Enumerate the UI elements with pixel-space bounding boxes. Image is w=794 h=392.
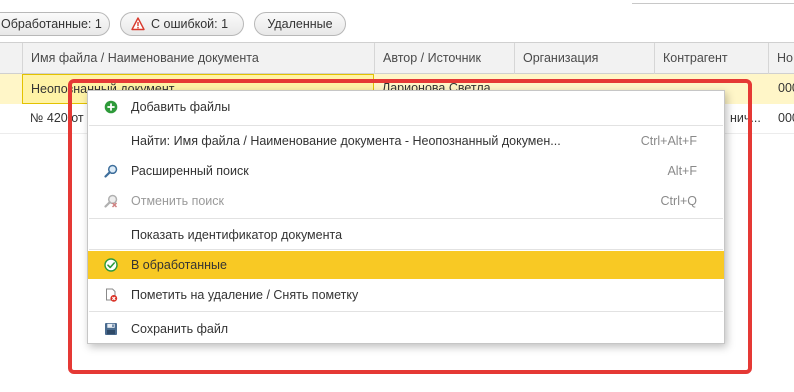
menu-separator [89, 125, 723, 126]
menu-item-label: Отменить поиск [131, 194, 225, 208]
app-window: Обработанные: 1 С ошибкой: 1 Удаленные И… [0, 0, 794, 392]
plus-circle-icon [104, 100, 118, 114]
cancel-search-icon [104, 194, 118, 208]
menu-item-label: Показать идентификатор документа [131, 228, 343, 242]
menu-separator [89, 311, 723, 312]
table-cell-counterparty[interactable]: нич... [730, 104, 768, 134]
column-header-number[interactable]: Но [768, 43, 794, 74]
top-divider [632, 0, 794, 4]
column-header-author[interactable]: Автор / Источник [374, 43, 514, 74]
menu-item-find[interactable]: Найти: Имя файла / Наименование документ… [88, 127, 724, 155]
table-header: Имя файла / Наименование документа Автор… [0, 42, 794, 74]
menu-separator [89, 218, 723, 219]
filter-error-label: С ошибкой: 1 [151, 17, 229, 31]
filter-error-button[interactable]: С ошибкой: 1 [120, 12, 244, 36]
menu-separator [89, 249, 723, 250]
delete-mark-icon [106, 288, 118, 302]
menu-item-mark-delete[interactable]: Пометить на удаление / Снять пометку [88, 281, 724, 309]
menu-item-label: Расширенный поиск [131, 164, 249, 178]
column-header-organization[interactable]: Организация [514, 43, 654, 74]
menu-item-mark-processed[interactable]: В обработанные [88, 251, 724, 279]
menu-item-shortcut: Ctrl+Q [660, 194, 697, 208]
menu-item-shortcut: Alt+F [667, 164, 697, 178]
floppy-disk-icon [105, 323, 117, 335]
error-icon [131, 17, 145, 31]
menu-item-shortcut: Ctrl+Alt+F [640, 134, 697, 148]
menu-item-label: Найти: Имя файла / Наименование документ… [131, 134, 561, 148]
context-menu: Добавить файлы Найти: Имя файла / Наимен… [87, 90, 725, 344]
search-icon [104, 164, 118, 178]
menu-item-add-files[interactable]: Добавить файлы [88, 93, 724, 121]
column-header-marker[interactable] [0, 43, 22, 74]
menu-item-label: Пометить на удаление / Снять пометку [131, 288, 359, 302]
menu-item-show-document-id[interactable]: Показать идентификатор документа [88, 221, 724, 249]
menu-item-cancel-search[interactable]: Отменить поиск Ctrl+Q [88, 187, 724, 215]
column-header-counterparty[interactable]: Контрагент [654, 43, 768, 74]
filter-deleted-button[interactable]: Удаленные [254, 12, 346, 36]
menu-item-advanced-search[interactable]: Расширенный поиск Alt+F [88, 157, 724, 185]
filter-processed-button[interactable]: Обработанные: 1 [0, 12, 110, 36]
menu-item-label: Добавить файлы [131, 100, 231, 114]
check-circle-icon [104, 258, 118, 272]
table-cell-number[interactable]: 000 [768, 74, 794, 104]
column-header-filename[interactable]: Имя файла / Наименование документа [22, 43, 374, 74]
menu-item-save-file[interactable]: Сохранить файл [88, 315, 724, 343]
menu-item-label: Сохранить файл [131, 322, 229, 336]
table-cell-number[interactable]: 000 [768, 104, 794, 134]
menu-item-label: В обработанные [131, 258, 227, 272]
